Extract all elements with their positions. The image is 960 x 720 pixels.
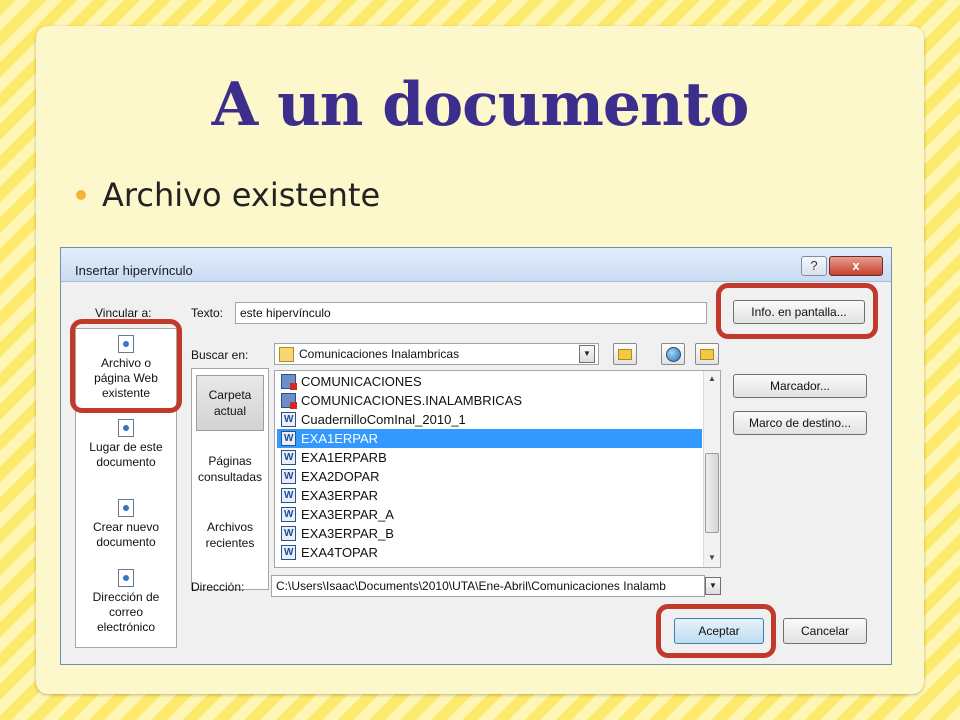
open-folder-icon bbox=[700, 349, 714, 360]
file-list-item[interactable]: COMUNICACIONES.INALAMBRICAS bbox=[277, 391, 702, 410]
word-doc-icon bbox=[281, 545, 296, 560]
slide-title: A un documento bbox=[211, 70, 750, 140]
file-name: COMUNICACIONES bbox=[301, 374, 422, 389]
file-name: EXA2DOPAR bbox=[301, 469, 380, 484]
chevron-down-icon[interactable]: ▼ bbox=[579, 345, 595, 363]
globe-icon bbox=[666, 347, 681, 362]
ok-button[interactable]: Aceptar bbox=[674, 618, 764, 644]
bullet-item: Archivo existente bbox=[76, 176, 380, 214]
file-list: COMUNICACIONES COMUNICACIONES.INALAMBRIC… bbox=[274, 370, 721, 568]
word-doc-icon bbox=[281, 507, 296, 522]
file-list-item[interactable]: EXA3ERPAR_A bbox=[277, 505, 702, 524]
file-list-scrollbar[interactable]: ▲ ▼ bbox=[703, 371, 720, 567]
file-name: EXA3ERPAR_B bbox=[301, 526, 394, 541]
address-input[interactable]: C:\Users\Isaac\Documents\2010\UTA\Ene-Ab… bbox=[271, 575, 705, 597]
file-list-item[interactable]: EXA3ERPAR_B bbox=[277, 524, 702, 543]
target-frame-button[interactable]: Marco de destino... bbox=[733, 411, 867, 435]
chevron-down-icon[interactable]: ▼ bbox=[705, 577, 721, 595]
word-doc-icon bbox=[281, 526, 296, 541]
word-doc-icon bbox=[281, 412, 296, 427]
word-doc-icon bbox=[281, 488, 296, 503]
bullet-dot-icon bbox=[76, 190, 86, 200]
sidebar-label-line: electrónico bbox=[96, 620, 156, 634]
sidebar-label-line: Archivo o bbox=[100, 356, 152, 370]
file-name: EXA1ERPAR bbox=[301, 431, 379, 446]
folder-icon bbox=[281, 374, 297, 390]
sidebar-label-line: Crear nuevo bbox=[92, 520, 160, 534]
close-button[interactable]: x bbox=[829, 256, 883, 276]
word-doc-icon bbox=[281, 469, 296, 484]
file-name: CuadernilloComInal_2010_1 bbox=[301, 412, 466, 427]
email-icon bbox=[118, 569, 134, 587]
scroll-down-arrow-icon[interactable]: ▼ bbox=[707, 553, 717, 562]
sidebar-label-line: existente bbox=[101, 386, 151, 400]
address-label: Dirección: bbox=[191, 580, 245, 594]
new-document-icon bbox=[118, 499, 134, 517]
look-panel-label-line: recientes bbox=[205, 536, 255, 550]
web-page-icon bbox=[118, 335, 134, 353]
sidebar-label-line: página Web bbox=[94, 371, 158, 385]
file-name: EXA4TOPAR bbox=[301, 545, 378, 560]
sidebar-label-line: Dirección de bbox=[92, 590, 160, 604]
document-place-icon bbox=[118, 419, 134, 437]
file-list-item[interactable]: EXA4TOPAR bbox=[277, 543, 702, 562]
look-panel-label-line: Archivos bbox=[206, 520, 253, 534]
tab-browsed-pages[interactable]: Páginas consultadas bbox=[192, 453, 268, 485]
file-list-item[interactable]: CuadernilloComInal_2010_1 bbox=[277, 410, 702, 429]
look-in-select[interactable]: Comunicaciones Inalambricas bbox=[274, 343, 599, 365]
scroll-up-arrow-icon[interactable]: ▲ bbox=[707, 374, 717, 383]
file-list-item[interactable]: EXA1ERPARB bbox=[277, 448, 702, 467]
bookmark-button[interactable]: Marcador... bbox=[733, 374, 867, 398]
link-to-label: Vincular a: bbox=[95, 306, 152, 320]
sidebar-label-line: correo bbox=[108, 605, 143, 619]
folder-up-icon bbox=[618, 349, 632, 360]
folder-icon bbox=[281, 393, 297, 409]
look-in-panel: Carpeta actual Páginas consultadas Archi… bbox=[191, 368, 269, 590]
file-name: EXA1ERPARB bbox=[301, 450, 387, 465]
browse-file-button[interactable] bbox=[695, 343, 719, 365]
look-panel-label-line: Páginas bbox=[208, 454, 252, 468]
up-one-folder-button[interactable] bbox=[613, 343, 637, 365]
sidebar-item-place-in-document[interactable]: Lugar de este documento bbox=[76, 419, 176, 470]
screen-tip-button[interactable]: Info. en pantalla... bbox=[733, 300, 865, 324]
insert-hyperlink-dialog: Insertar hipervínculo ? x Vincular a: Te… bbox=[60, 247, 892, 665]
word-doc-icon bbox=[281, 450, 296, 465]
look-in-value: Comunicaciones Inalambricas bbox=[299, 347, 460, 361]
sidebar-label-line: Lugar de este bbox=[89, 440, 163, 454]
text-label: Texto: bbox=[191, 306, 224, 320]
word-doc-icon bbox=[281, 431, 296, 446]
file-list-item[interactable]: EXA2DOPAR bbox=[277, 467, 702, 486]
sidebar-item-existing-file[interactable]: Archivo o página Web existente bbox=[76, 335, 176, 401]
cancel-button[interactable]: Cancelar bbox=[783, 618, 867, 644]
file-name: COMUNICACIONES.INALAMBRICAS bbox=[301, 393, 523, 408]
look-panel-label-line: actual bbox=[213, 404, 247, 418]
scrollbar-thumb[interactable] bbox=[705, 453, 719, 533]
browse-web-button[interactable] bbox=[661, 343, 685, 365]
sidebar-item-email-address[interactable]: Dirección de correo electrónico bbox=[76, 569, 176, 635]
look-in-label: Buscar en: bbox=[191, 348, 249, 362]
sidebar-item-create-new-document[interactable]: Crear nuevo documento bbox=[76, 499, 176, 550]
tab-current-folder[interactable]: Carpeta actual bbox=[192, 387, 268, 419]
file-list-item[interactable]: EXA3ERPAR bbox=[277, 486, 702, 505]
sidebar-label-line: documento bbox=[96, 535, 156, 549]
folder-icon bbox=[279, 347, 294, 362]
look-panel-label-line: consultadas bbox=[197, 470, 263, 484]
link-to-sidebar: Archivo o página Web existente Lugar de … bbox=[75, 328, 177, 648]
file-list-item[interactable]: COMUNICACIONES bbox=[277, 372, 702, 391]
dialog-titlebar: Insertar hipervínculo ? x bbox=[61, 248, 891, 282]
bullet-text: Archivo existente bbox=[102, 176, 381, 214]
sidebar-label-line: documento bbox=[96, 455, 156, 469]
display-text-input[interactable]: este hipervínculo bbox=[235, 302, 707, 324]
tab-recent-files[interactable]: Archivos recientes bbox=[192, 519, 268, 551]
file-list-item-selected[interactable]: EXA1ERPAR bbox=[277, 429, 702, 448]
dialog-title: Insertar hipervínculo bbox=[75, 263, 193, 278]
help-button[interactable]: ? bbox=[801, 256, 827, 276]
look-panel-label-line: Carpeta bbox=[208, 388, 252, 402]
file-name: EXA3ERPAR_A bbox=[301, 507, 394, 522]
file-name: EXA3ERPAR bbox=[301, 488, 379, 503]
